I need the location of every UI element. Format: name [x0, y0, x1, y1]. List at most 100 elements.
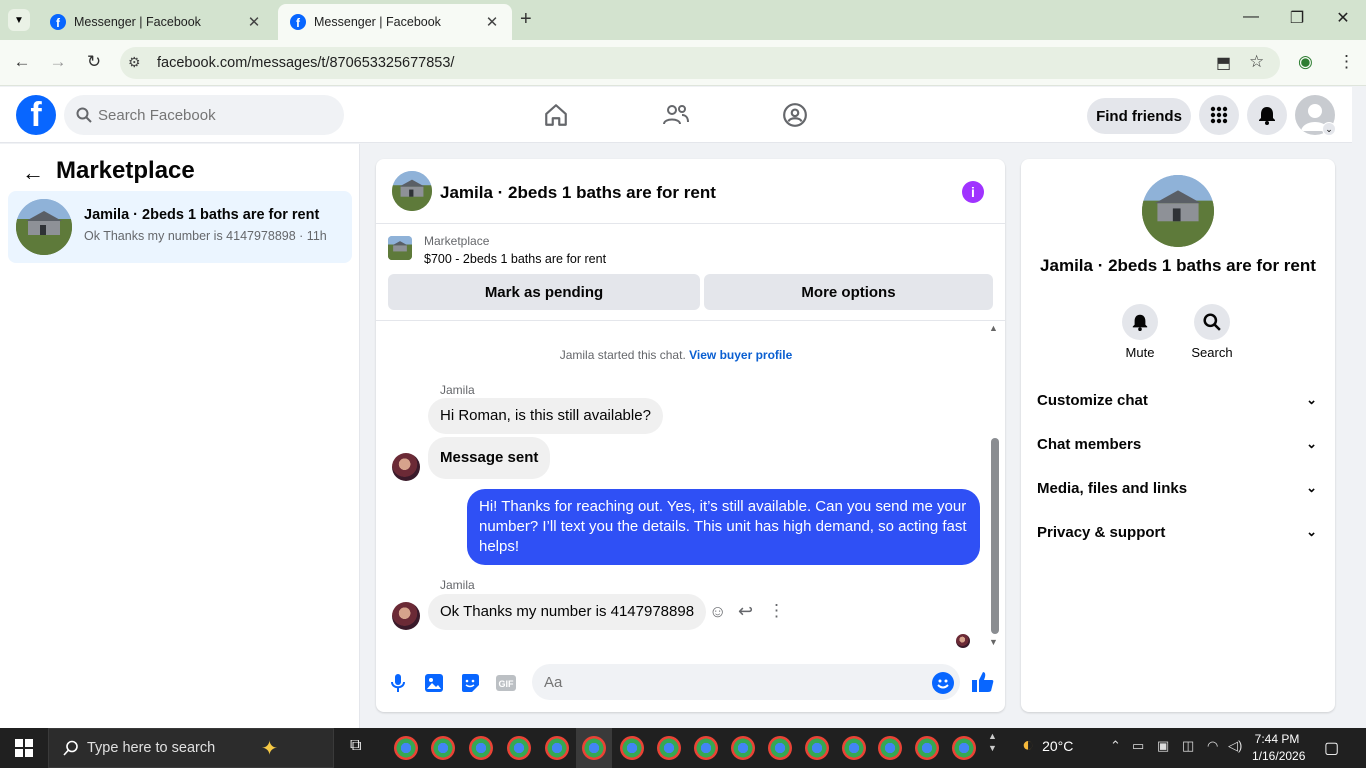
weather-widget[interactable]: ◐ 20°C — [1022, 734, 1073, 757]
display-icon[interactable]: ▣ — [1157, 738, 1169, 754]
more-options-button[interactable]: More options — [704, 274, 993, 310]
facebook-search[interactable] — [64, 95, 344, 135]
mark-as-pending-button[interactable]: Mark as pending — [388, 274, 700, 310]
emoji-icon[interactable] — [932, 672, 954, 694]
chrome-icon[interactable] — [469, 736, 493, 760]
battery-icon[interactable]: ▭ — [1132, 738, 1144, 754]
message-composer[interactable] — [532, 664, 960, 700]
tab-close-icon[interactable]: ✕ — [246, 13, 262, 31]
chrome-icon[interactable] — [545, 736, 569, 760]
started-text: Jamila started this chat. — [559, 348, 686, 362]
incoming-message[interactable]: Ok Thanks my number is 4147978898 — [428, 594, 707, 630]
listing-title[interactable]: $700 - 2beds 1 baths are for rent — [424, 252, 606, 266]
maximize-icon[interactable]: ❐ — [1274, 8, 1320, 28]
back-arrow-icon[interactable]: ← — [22, 160, 44, 186]
chrome-icon[interactable] — [507, 736, 531, 760]
notification-center-icon[interactable]: ▢ — [1324, 738, 1339, 758]
chrome-icon[interactable] — [952, 736, 976, 760]
chat-scrollbar-thumb[interactable] — [991, 438, 999, 634]
page-scrollbar[interactable] — [1352, 87, 1366, 728]
tray-expand-icon[interactable]: ⌃ — [1110, 738, 1121, 754]
groups-icon[interactable] — [775, 99, 815, 131]
reply-icon[interactable]: ↩ — [738, 601, 753, 622]
view-buyer-profile-link[interactable]: View buyer profile — [689, 348, 792, 362]
temperature: 20°C — [1042, 737, 1074, 754]
outgoing-message[interactable]: Hi! Thanks for reaching out. Yes, it’s s… — [467, 489, 980, 565]
task-view-icon[interactable]: ⧉ — [350, 737, 361, 755]
volume-icon[interactable]: ◁) — [1228, 738, 1242, 754]
taskbar-search[interactable]: Type here to search ✦ — [48, 728, 334, 768]
chrome-icon[interactable] — [842, 736, 866, 760]
windows-start-icon[interactable] — [0, 728, 48, 768]
like-thumbs-up-icon[interactable] — [971, 670, 995, 697]
tab-search-icon[interactable]: ▼ — [8, 9, 30, 31]
scroll-up-icon[interactable]: ▲ — [989, 323, 998, 333]
chrome-icon[interactable] — [657, 736, 681, 760]
moon-weather-icon: ◐ — [1022, 734, 1035, 756]
browser-tab-2[interactable]: f Messenger | Facebook ✕ — [278, 4, 512, 40]
chrome-icon[interactable] — [878, 736, 902, 760]
media-files-links-row[interactable]: Media, files and links ⌄ — [1037, 472, 1327, 504]
tab-title: Messenger | Facebook — [74, 15, 201, 29]
sticker-icon[interactable] — [458, 672, 482, 694]
photo-icon[interactable] — [422, 672, 446, 694]
details-listing-avatar — [1142, 175, 1214, 247]
facebook-logo-icon[interactable]: f — [16, 95, 56, 135]
url-text[interactable]: facebook.com/messages/t/870653325677853/ — [157, 55, 454, 71]
taskbar-overflow-icon[interactable]: ▲ ▼ — [988, 730, 997, 754]
forward-icon[interactable]: → — [46, 52, 70, 72]
sender-avatar[interactable] — [392, 602, 420, 630]
chrome-icon[interactable] — [768, 736, 792, 760]
account-chevron-down-icon[interactable]: ⌄ — [1322, 122, 1336, 136]
notifications-bell-icon[interactable] — [1247, 95, 1287, 135]
camera-icon[interactable]: ◫ — [1182, 738, 1194, 754]
scroll-down-icon[interactable]: ▼ — [989, 637, 998, 647]
incoming-message[interactable]: Hi Roman, is this still available? — [428, 398, 663, 434]
search-icon[interactable] — [1194, 304, 1230, 340]
chevron-down-icon: ⌄ — [1306, 480, 1317, 495]
customize-chat-row[interactable]: Customize chat ⌄ — [1037, 384, 1327, 416]
chrome-icon[interactable] — [805, 736, 829, 760]
bookmark-star-icon[interactable]: ☆ — [1249, 52, 1264, 72]
profile-icon[interactable]: ◉ — [1298, 52, 1313, 72]
privacy-support-row[interactable]: Privacy & support ⌄ — [1037, 516, 1327, 548]
react-emoji-icon[interactable]: ☺ — [709, 602, 726, 622]
chat-title[interactable]: Jamila · 2beds 1 baths are for rent — [440, 183, 716, 203]
window-close-icon[interactable]: ✕ — [1320, 8, 1366, 28]
gif-icon[interactable]: GIF — [494, 672, 518, 694]
info-icon[interactable]: i — [962, 181, 984, 203]
minimize-icon[interactable]: — — [1228, 8, 1274, 26]
chrome-icon[interactable] — [620, 736, 644, 760]
message-input[interactable] — [544, 673, 924, 691]
install-app-icon[interactable]: ⬒ — [1216, 53, 1231, 73]
chrome-icon[interactable] — [394, 736, 418, 760]
mute-bell-icon[interactable] — [1122, 304, 1158, 340]
find-friends-button[interactable]: Find friends — [1087, 98, 1191, 134]
sender-avatar[interactable] — [392, 453, 420, 481]
friends-icon[interactable] — [656, 99, 696, 131]
site-info-icon[interactable]: ⚙ — [128, 54, 141, 71]
search-label: Search — [1191, 345, 1233, 360]
new-tab-icon[interactable]: + — [520, 8, 532, 31]
chrome-icon[interactable] — [731, 736, 755, 760]
back-icon[interactable]: ← — [10, 52, 34, 72]
home-icon[interactable] — [536, 99, 576, 131]
chrome-icon[interactable] — [582, 736, 606, 760]
chrome-icon[interactable] — [694, 736, 718, 760]
menu-grid-icon[interactable] — [1199, 95, 1239, 135]
chrome-icon[interactable] — [431, 736, 455, 760]
menu-kebab-icon[interactable]: ⋮ — [1338, 52, 1355, 72]
chat-members-row[interactable]: Chat members ⌄ — [1037, 428, 1327, 460]
facebook-search-input[interactable] — [98, 106, 318, 124]
conversation-preview: Ok Thanks my number is 4147978898 · 11h — [84, 229, 327, 243]
browser-tab-1[interactable]: f Messenger | Facebook ✕ — [38, 4, 274, 40]
microphone-icon[interactable] — [386, 672, 410, 694]
chrome-icon[interactable] — [915, 736, 939, 760]
tab-close-icon[interactable]: ✕ — [484, 13, 500, 31]
wifi-icon[interactable]: ◠ — [1207, 738, 1218, 754]
system-clock[interactable]: 7:44 PM 1/16/2026 — [1252, 731, 1305, 765]
chat-listing-avatar[interactable] — [392, 171, 432, 211]
incoming-message[interactable]: Message sent — [428, 437, 551, 479]
more-actions-icon[interactable]: ⋮ — [768, 601, 785, 621]
reload-icon[interactable]: ↻ — [82, 52, 106, 72]
